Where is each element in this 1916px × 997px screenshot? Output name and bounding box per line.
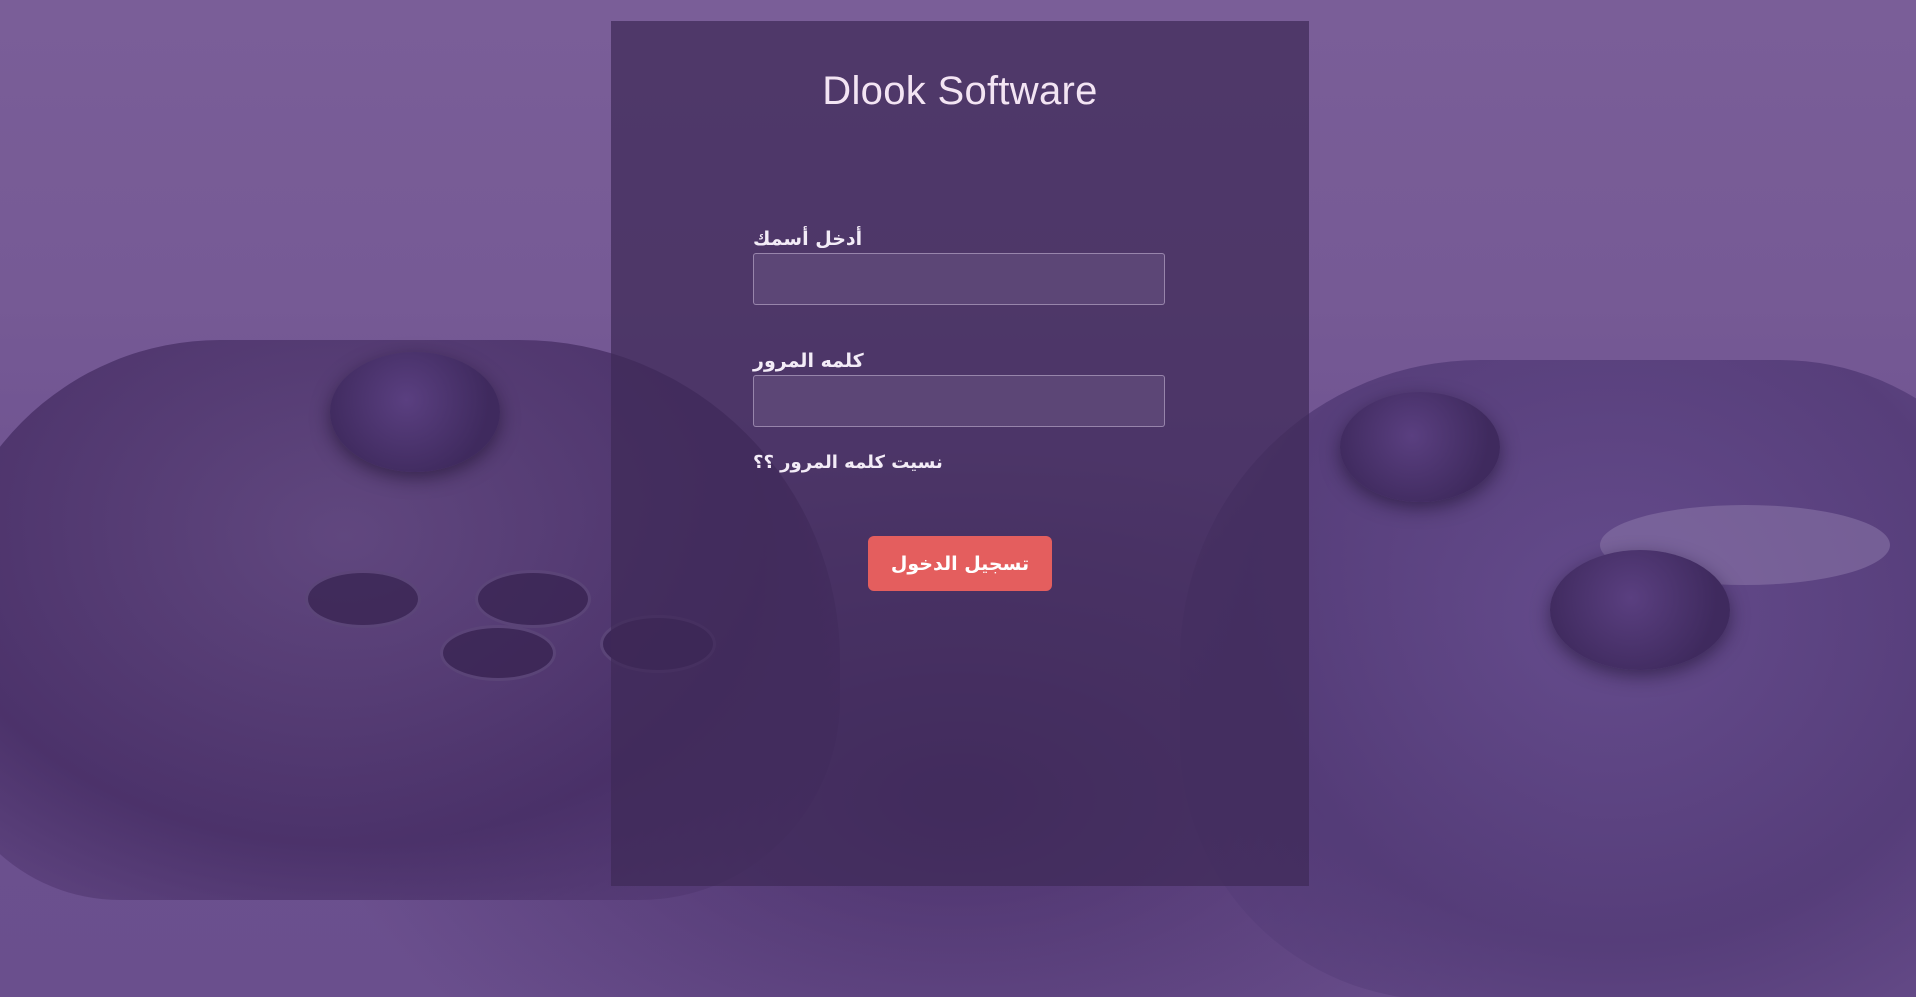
password-input[interactable]	[753, 375, 1165, 427]
controller-stick-left	[330, 352, 500, 472]
app-title: Dlook Software	[822, 69, 1098, 113]
forgot-password-link[interactable]: نسيت كلمه المرور ؟؟	[753, 452, 943, 473]
username-label: أدخل أسمك	[753, 228, 863, 250]
controller-button-cross	[305, 570, 421, 628]
login-button[interactable]: تسجيل الدخول	[868, 536, 1052, 591]
controller-button-circle	[440, 625, 556, 681]
password-label: كلمه المرور	[753, 350, 864, 372]
username-input[interactable]	[753, 253, 1165, 305]
login-card: Dlook Software أدخل أسمك كلمه المرور نسي…	[611, 21, 1309, 886]
controller-stick-right	[1340, 392, 1500, 502]
controller-button-square	[475, 570, 591, 628]
controller-stick-right-2	[1550, 550, 1730, 670]
